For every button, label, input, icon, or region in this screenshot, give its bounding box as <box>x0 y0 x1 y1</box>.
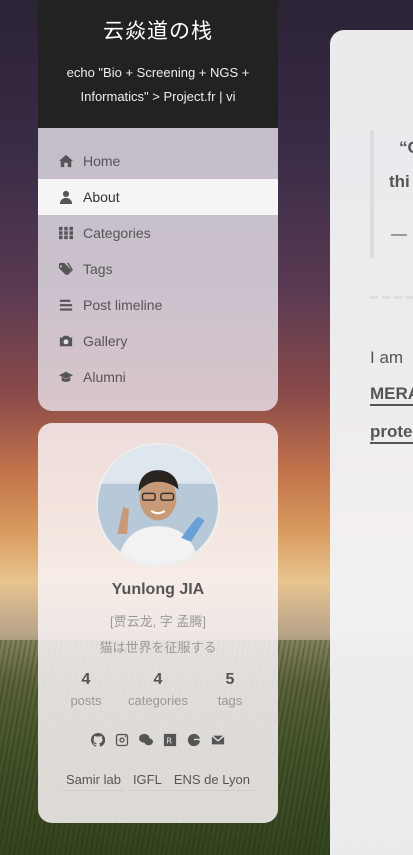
social-links: R <box>38 733 278 747</box>
affiliation-links: Samir lab IGFL ENS de Lyon <box>38 769 278 791</box>
list-icon <box>59 298 73 312</box>
stat-categories[interactable]: 4 categories <box>116 671 200 708</box>
menu-item-label: Tags <box>83 261 113 277</box>
tags-icon <box>59 262 73 276</box>
stat-number: 4 <box>153 671 163 688</box>
stat-number: 4 <box>81 671 91 688</box>
quote-line: thi <box>389 172 410 191</box>
menu-item-alumni[interactable]: Alumni <box>38 359 278 395</box>
stat-label: categories <box>128 693 188 708</box>
menu-item-label: Post limeline <box>83 297 163 313</box>
intro-text: I am <box>370 348 404 367</box>
author-motto: 猫は世界を征服する <box>99 640 217 655</box>
blockquote: “C thi — <box>370 130 413 258</box>
site-header: 云焱道の栈 echo "Bio + Screening + NGS + Info… <box>38 0 278 128</box>
site-title[interactable]: 云焱道の栈 <box>38 0 278 45</box>
camera-icon <box>59 334 73 348</box>
menu-item-post-timeline[interactable]: Post limeline <box>38 287 278 323</box>
home-icon <box>59 154 73 168</box>
menu-item-label: Home <box>83 153 121 169</box>
intro-link[interactable]: prote <box>370 422 413 444</box>
menu-item-gallery[interactable]: Gallery <box>38 323 278 359</box>
stat-label: tags <box>217 693 243 708</box>
link-samir-lab[interactable]: Samir lab <box>62 769 125 791</box>
site-stats: 4 posts 4 categories 5 tags <box>38 671 278 708</box>
instagram-icon[interactable] <box>115 733 129 747</box>
stat-posts[interactable]: 4 posts <box>56 671 116 708</box>
svg-text:R: R <box>167 737 173 746</box>
github-icon[interactable] <box>91 733 105 747</box>
menu-item-label: Gallery <box>83 333 128 349</box>
stat-tags[interactable]: 5 tags <box>200 671 260 708</box>
google-icon[interactable] <box>187 733 201 747</box>
profile-card: Yunlong JIA [贾云龙, 字 孟腾] 猫は世界を征服する 4 post… <box>38 423 278 823</box>
wechat-icon[interactable] <box>139 733 153 747</box>
email-icon[interactable] <box>211 733 225 747</box>
main-content: “C thi — I am MERA prote <box>330 30 413 855</box>
link-igfl[interactable]: IGFL <box>128 769 166 791</box>
menu-item-about[interactable]: About <box>38 179 278 215</box>
grid-icon <box>59 226 73 240</box>
user-icon <box>59 190 73 204</box>
researchgate-icon[interactable]: R <box>163 733 177 747</box>
graduation-cap-icon <box>59 370 73 384</box>
menu-item-label: Alumni <box>83 369 126 385</box>
author-name: Yunlong JIA <box>111 581 205 598</box>
author-alias: [贾云龙, 字 孟腾] <box>109 614 207 629</box>
menu-item-label: About <box>83 189 120 205</box>
avatar[interactable] <box>96 443 220 567</box>
site-subtitle: echo "Bio + Screening + NGS + Informatic… <box>66 65 250 104</box>
stat-number: 5 <box>225 671 235 688</box>
intro-link[interactable]: MERA <box>370 384 413 406</box>
link-ens-de-lyon[interactable]: ENS de Lyon <box>169 769 254 791</box>
menu-item-tags[interactable]: Tags <box>38 251 278 287</box>
menu-item-categories[interactable]: Categories <box>38 215 278 251</box>
menu-item-label: Categories <box>83 225 151 241</box>
sidebar-menu: Home About Categories Tags Post limeline… <box>38 128 278 411</box>
menu-item-home[interactable]: Home <box>38 143 278 179</box>
quote-line: “C <box>399 138 413 157</box>
divider <box>370 296 413 299</box>
quote-attribution: — <box>391 226 407 243</box>
stat-label: posts <box>70 693 102 708</box>
